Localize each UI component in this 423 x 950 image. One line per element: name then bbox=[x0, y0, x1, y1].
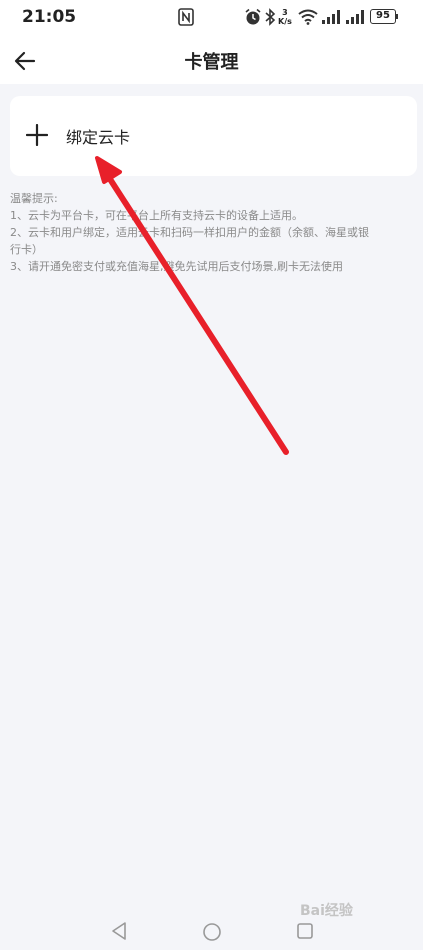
network-speed-unit: K/s bbox=[278, 17, 292, 26]
signal-icon-2 bbox=[346, 10, 364, 24]
page-title: 卡管理 bbox=[184, 52, 239, 73]
watermark: Bai经验 bbox=[300, 903, 353, 919]
network-speed-value: 3 bbox=[282, 8, 288, 17]
network-speed: 3 K/s bbox=[278, 8, 292, 26]
wifi-icon bbox=[298, 9, 318, 25]
nav-recent-icon[interactable] bbox=[296, 922, 314, 940]
battery-icon: 95 bbox=[370, 9, 396, 24]
battery-tip bbox=[396, 14, 398, 19]
tip-item: 2、云卡和用户绑定，适用云卡和扫码一样扣用户的金额（余额、海星或银 bbox=[10, 226, 369, 239]
tips-section: 温馨提示: 1、云卡为平台卡，可在平台上所有支持云卡的设备上适用。 2、云卡和用… bbox=[10, 190, 410, 275]
battery-level: 95 bbox=[376, 10, 390, 21]
alarm-icon bbox=[245, 8, 261, 25]
bluetooth-icon bbox=[265, 8, 276, 26]
nfc-icon bbox=[178, 8, 194, 26]
system-nav-bar bbox=[0, 910, 423, 950]
bind-cloud-card-label: 绑定云卡 bbox=[66, 128, 131, 147]
status-bar: 21:05 3 K/s 95 bbox=[0, 0, 423, 36]
nav-back-icon[interactable] bbox=[110, 921, 128, 941]
nav-home-icon[interactable] bbox=[202, 922, 222, 942]
status-time: 21:05 bbox=[22, 7, 77, 27]
bind-cloud-card-button[interactable]: 绑定云卡 bbox=[10, 96, 417, 176]
plus-icon bbox=[26, 124, 48, 146]
tip-item: 行卡） bbox=[10, 243, 43, 256]
tip-item: 3、请开通免密支付或充值海星,避免先试用后支付场景,刷卡无法使用 bbox=[10, 260, 343, 273]
tips-heading: 温馨提示: bbox=[10, 192, 58, 205]
status-icons: 3 K/s 95 bbox=[178, 8, 413, 28]
app-header: 卡管理 bbox=[0, 36, 423, 84]
signal-icon bbox=[322, 10, 340, 24]
tip-item: 1、云卡为平台卡，可在平台上所有支持云卡的设备上适用。 bbox=[10, 209, 303, 222]
